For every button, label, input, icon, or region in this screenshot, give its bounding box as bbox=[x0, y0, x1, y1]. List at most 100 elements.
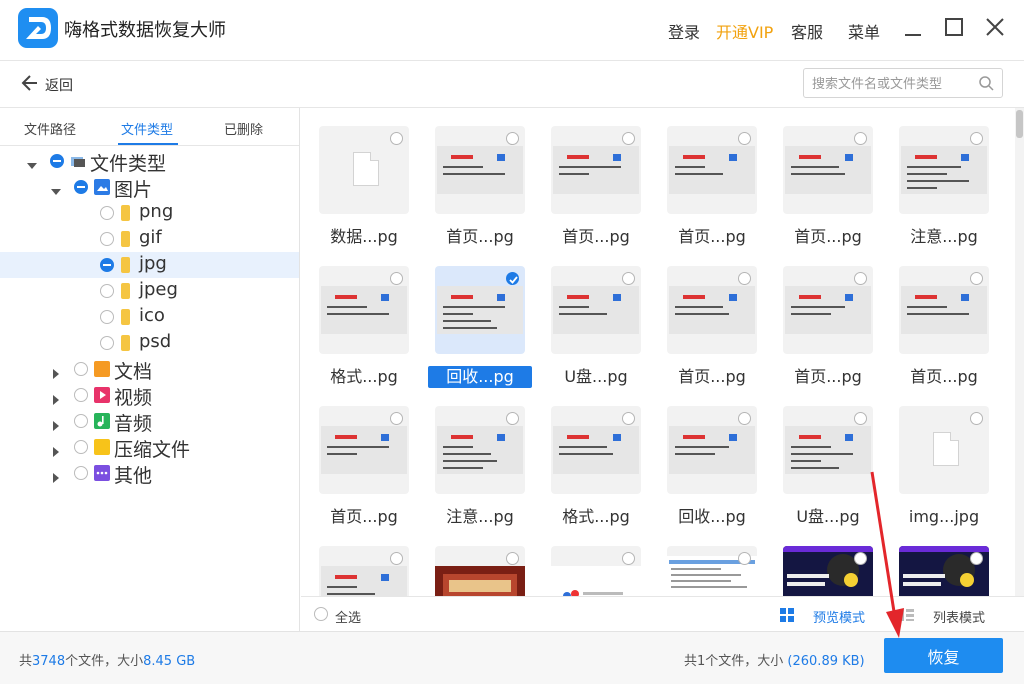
tree-row-psd[interactable]: psd bbox=[0, 330, 299, 356]
tree-row-gif[interactable]: gif bbox=[0, 226, 299, 252]
documents-checkbox[interactable] bbox=[74, 362, 88, 376]
tree-row-documents[interactable]: 文档 bbox=[0, 356, 299, 383]
file-checkbox[interactable] bbox=[622, 552, 635, 565]
list-mode-button[interactable]: 列表模式 bbox=[933, 607, 985, 626]
caret-right-icon[interactable] bbox=[51, 468, 61, 483]
tree-row-png[interactable]: png bbox=[0, 200, 299, 226]
scrollbar-thumb[interactable] bbox=[1016, 110, 1023, 138]
file-thumbnail[interactable] bbox=[319, 266, 409, 354]
file-thumbnail[interactable] bbox=[435, 546, 525, 596]
search-icon[interactable] bbox=[978, 75, 994, 91]
file-checkbox[interactable] bbox=[390, 132, 403, 145]
file-name-label[interactable]: 回收...pg bbox=[428, 366, 532, 388]
file-checkbox[interactable] bbox=[622, 412, 635, 425]
back-arrow-icon[interactable] bbox=[20, 73, 40, 93]
caret-right-icon[interactable] bbox=[51, 364, 61, 379]
file-thumbnail[interactable] bbox=[899, 546, 989, 596]
close-icon[interactable] bbox=[981, 14, 1009, 42]
tree-row-root[interactable]: 文件类型 bbox=[0, 148, 299, 175]
tree-row-jpeg[interactable]: jpeg bbox=[0, 278, 299, 304]
file-checkbox[interactable] bbox=[854, 132, 867, 145]
maximize-icon[interactable] bbox=[940, 14, 968, 42]
select-all-label[interactable]: 全选 bbox=[335, 607, 361, 626]
gif-checkbox[interactable] bbox=[100, 232, 114, 246]
file-checkbox[interactable] bbox=[390, 412, 403, 425]
root-checkbox[interactable] bbox=[50, 154, 64, 168]
file-thumbnail[interactable] bbox=[667, 126, 757, 214]
file-checkbox[interactable] bbox=[854, 272, 867, 285]
select-all-checkbox[interactable] bbox=[314, 607, 328, 621]
jpg-checkbox[interactable] bbox=[100, 258, 114, 272]
file-thumbnail[interactable] bbox=[783, 546, 873, 596]
file-checkbox[interactable] bbox=[738, 552, 751, 565]
file-checkbox[interactable] bbox=[970, 552, 983, 565]
search-input[interactable] bbox=[812, 75, 972, 93]
tree-row-archives[interactable]: 压缩文件 bbox=[0, 434, 299, 461]
png-checkbox[interactable] bbox=[100, 206, 114, 220]
file-thumbnail[interactable] bbox=[783, 406, 873, 494]
file-checkbox[interactable] bbox=[622, 132, 635, 145]
login-link[interactable]: 登录 bbox=[668, 19, 700, 43]
file-name-label[interactable]: 首页...pg bbox=[312, 506, 416, 528]
file-thumbnail[interactable] bbox=[551, 546, 641, 596]
file-thumbnail[interactable] bbox=[435, 406, 525, 494]
file-checkbox[interactable] bbox=[622, 272, 635, 285]
audio-checkbox[interactable] bbox=[74, 414, 88, 428]
file-thumbnail[interactable] bbox=[319, 126, 409, 214]
caret-right-icon[interactable] bbox=[51, 442, 61, 457]
file-thumbnail[interactable] bbox=[783, 266, 873, 354]
caret-right-icon[interactable] bbox=[51, 416, 61, 431]
file-thumbnail[interactable] bbox=[899, 266, 989, 354]
jpeg-checkbox[interactable] bbox=[100, 284, 114, 298]
file-thumbnail[interactable] bbox=[899, 126, 989, 214]
file-checkbox[interactable] bbox=[738, 272, 751, 285]
file-checkbox[interactable] bbox=[854, 412, 867, 425]
file-name-label[interactable]: 格式...pg bbox=[312, 366, 416, 388]
file-thumbnail[interactable] bbox=[667, 546, 757, 596]
videos-checkbox[interactable] bbox=[74, 388, 88, 402]
file-thumbnail[interactable] bbox=[435, 126, 525, 214]
tree-row-other[interactable]: 其他 bbox=[0, 460, 299, 487]
file-checkbox[interactable] bbox=[970, 272, 983, 285]
file-checkbox[interactable] bbox=[970, 412, 983, 425]
file-thumbnail[interactable] bbox=[899, 406, 989, 494]
images-checkbox[interactable] bbox=[74, 180, 88, 194]
minimize-icon[interactable] bbox=[899, 14, 927, 42]
file-name-label[interactable]: 首页...pg bbox=[660, 366, 764, 388]
tab-deleted[interactable]: 已删除 bbox=[224, 119, 263, 138]
list-view-icon[interactable] bbox=[899, 607, 915, 623]
file-name-label[interactable]: 注意...pg bbox=[428, 506, 532, 528]
grid-scrollbar[interactable] bbox=[1015, 108, 1024, 596]
tree-row-images[interactable]: 图片 bbox=[0, 174, 299, 201]
file-name-label[interactable]: 首页...pg bbox=[660, 226, 764, 248]
file-thumbnail[interactable] bbox=[435, 266, 525, 354]
tree-row-jpg[interactable]: jpg bbox=[0, 252, 299, 278]
file-checkbox[interactable] bbox=[506, 552, 519, 565]
file-name-label[interactable]: 首页...pg bbox=[892, 366, 996, 388]
back-button[interactable]: 返回 bbox=[45, 75, 73, 95]
tab-file-path[interactable]: 文件路径 bbox=[24, 119, 76, 138]
file-name-label[interactable]: 首页...pg bbox=[776, 226, 880, 248]
file-thumbnail[interactable] bbox=[319, 546, 409, 596]
file-name-label[interactable]: 首页...pg bbox=[776, 366, 880, 388]
file-name-label[interactable]: img...jpg bbox=[892, 506, 996, 528]
file-checkbox[interactable] bbox=[506, 412, 519, 425]
file-name-label[interactable]: 格式...pg bbox=[544, 506, 648, 528]
file-name-label[interactable]: U盘...pg bbox=[776, 506, 880, 528]
ico-checkbox[interactable] bbox=[100, 310, 114, 324]
checked-checkbox-icon[interactable] bbox=[506, 272, 519, 285]
tree-row-audio[interactable]: 音频 bbox=[0, 408, 299, 435]
file-checkbox[interactable] bbox=[738, 132, 751, 145]
file-name-label[interactable]: 数据...pg bbox=[312, 226, 416, 248]
vip-link[interactable]: 开通VIP bbox=[716, 19, 773, 43]
file-thumbnail[interactable] bbox=[667, 266, 757, 354]
recover-button[interactable]: 恢复 bbox=[884, 638, 1003, 673]
file-checkbox[interactable] bbox=[738, 412, 751, 425]
caret-down-icon[interactable] bbox=[27, 156, 37, 169]
caret-right-icon[interactable] bbox=[51, 390, 61, 405]
file-thumbnail[interactable] bbox=[319, 406, 409, 494]
tree-row-videos[interactable]: 视频 bbox=[0, 382, 299, 409]
file-thumbnail[interactable] bbox=[551, 406, 641, 494]
file-checkbox[interactable] bbox=[506, 132, 519, 145]
file-checkbox[interactable] bbox=[390, 272, 403, 285]
